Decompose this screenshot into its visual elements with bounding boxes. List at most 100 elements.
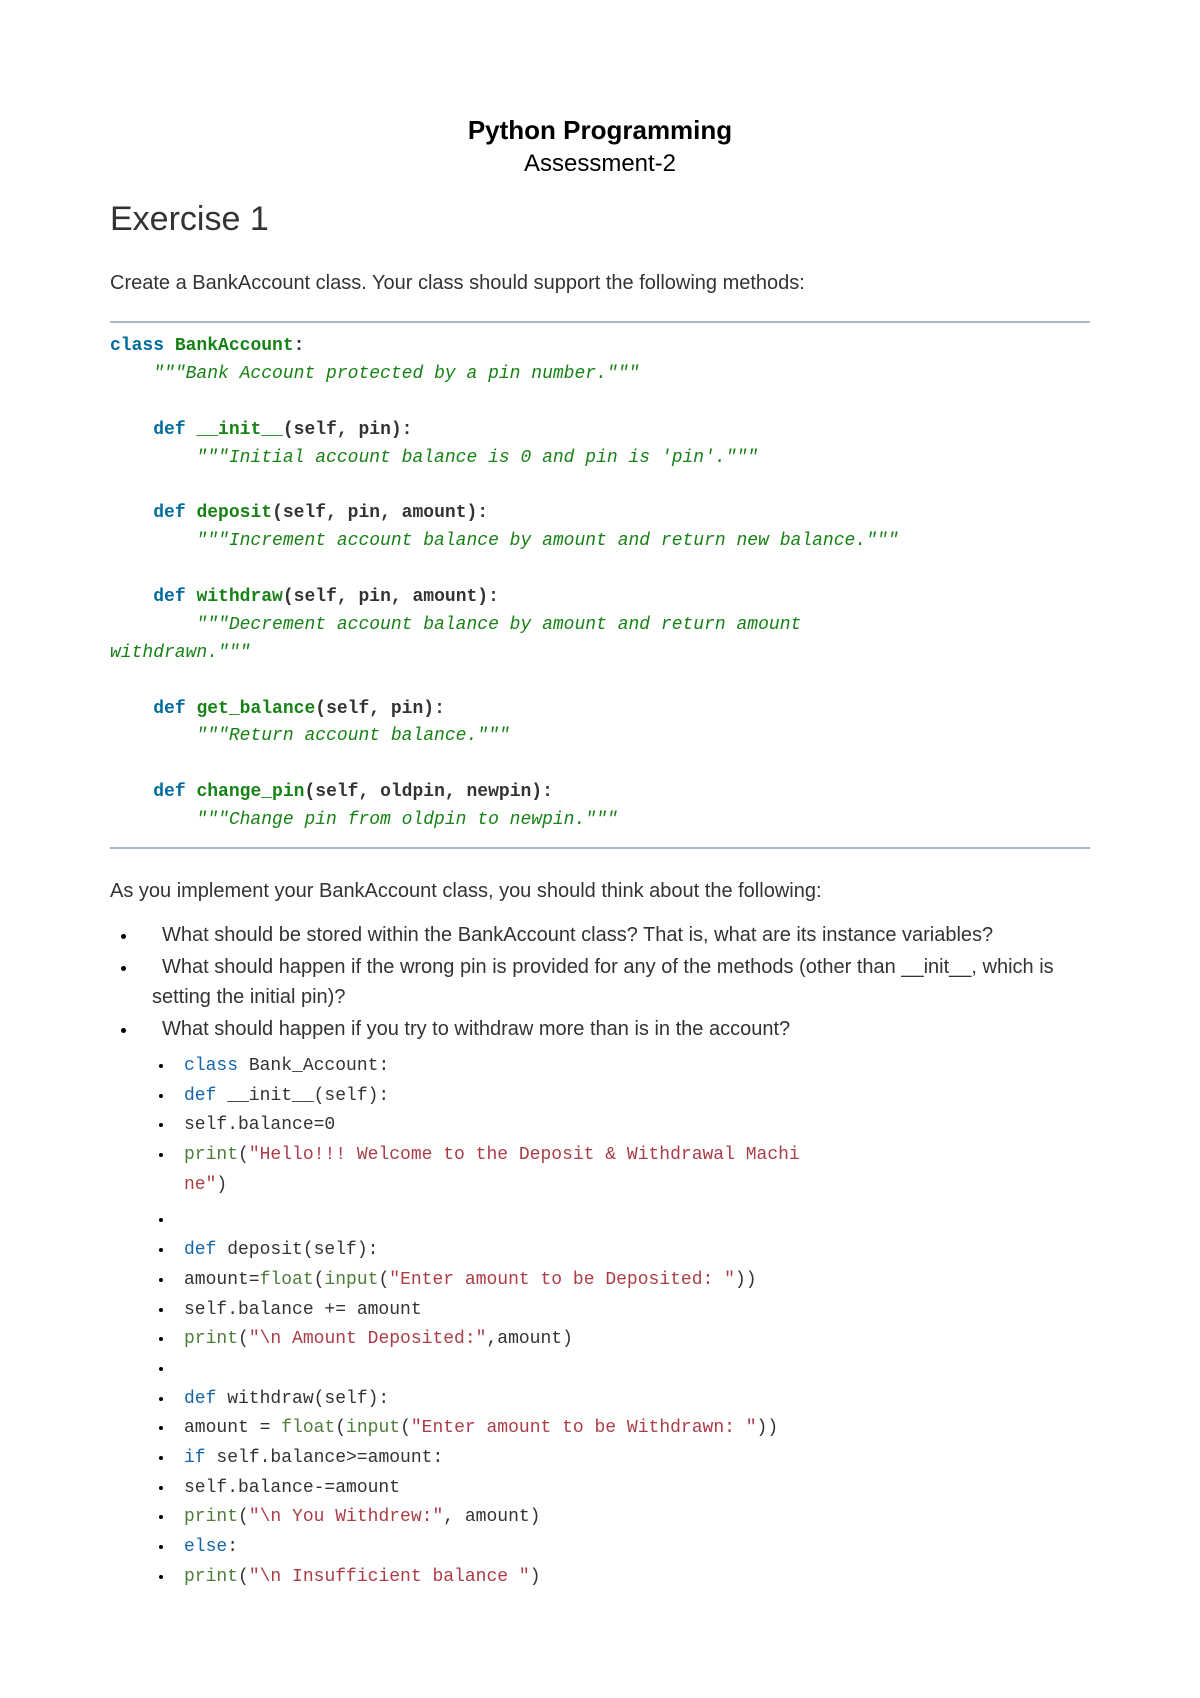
funcname: withdraw <box>216 1389 313 1409</box>
builtin: print <box>184 1329 238 1349</box>
keyword-def: def <box>153 782 185 802</box>
text: ( <box>314 1270 325 1290</box>
question-text: What should be stored within the BankAcc… <box>162 924 993 946</box>
question-text: What should happen if the wrong pin is p… <box>152 956 1054 1008</box>
text: self.balance += amount <box>184 1300 422 1320</box>
withdraw-params: (self, pin, amount): <box>283 587 499 607</box>
solution-code-list: class Bank_Account: def __init__(self): … <box>110 1052 1090 1171</box>
code-line: def __init__(self): <box>174 1082 1090 1112</box>
question-text: What should happen if you try to withdra… <box>162 1018 790 1040</box>
code-block-spec: class BankAccount: """Bank Account prote… <box>110 321 1090 849</box>
text: ) <box>530 1567 541 1587</box>
code-line: print("Hello!!! Welcome to the Deposit &… <box>174 1141 1090 1171</box>
text: )) <box>757 1418 779 1438</box>
params: (self): <box>314 1086 390 1106</box>
code-line: self.balance += amount <box>174 1296 1090 1326</box>
text: self.balance>=amount: <box>206 1448 444 1468</box>
builtin: input <box>324 1270 378 1290</box>
question-list: What should be stored within the BankAcc… <box>110 920 1090 1044</box>
doc-subtitle: Assessment-2 <box>110 150 1090 178</box>
class-name: BankAccount <box>175 336 294 356</box>
builtin: float <box>260 1270 314 1290</box>
kw: else <box>184 1537 227 1557</box>
text: ) <box>216 1175 227 1195</box>
text: ( <box>238 1567 249 1587</box>
funcname: deposit <box>216 1240 302 1260</box>
deposit-name: deposit <box>196 503 272 523</box>
solution-code-list-cont: def deposit(self): amount=float(input("E… <box>110 1206 1090 1592</box>
params: (self): <box>303 1240 379 1260</box>
text: ( <box>335 1418 346 1438</box>
deposit-docstring: """Increment account balance by amount a… <box>196 531 898 551</box>
builtin: print <box>184 1145 238 1165</box>
code-line: self.balance-=amount <box>174 1474 1090 1504</box>
keyword-def: def <box>153 699 185 719</box>
funcname: __init__ <box>216 1086 313 1106</box>
deposit-params: (self, pin, amount): <box>272 503 488 523</box>
code-line-wrap: ne") <box>110 1171 1090 1201</box>
code-line: print("\n Amount Deposited:",amount) <box>174 1325 1090 1355</box>
keyword-def: def <box>153 420 185 440</box>
text: self.balance=0 <box>184 1115 335 1135</box>
text: amount= <box>184 1270 260 1290</box>
followup-text: As you implement your BankAccount class,… <box>110 877 1090 906</box>
init-name: __init__ <box>196 420 282 440</box>
exercise-intro: Create a BankAccount class. Your class s… <box>110 269 1090 297</box>
builtin: print <box>184 1507 238 1527</box>
question-item: What should happen if the wrong pin is p… <box>138 952 1090 1012</box>
withdraw-name: withdraw <box>196 587 282 607</box>
withdraw-docstring-a: """Decrement account balance by amount a… <box>196 615 812 635</box>
withdraw-docstring-b: withdrawn.""" <box>110 643 250 663</box>
text: ( <box>238 1145 249 1165</box>
code-line: class Bank_Account: <box>174 1052 1090 1082</box>
string: "\n You Withdrew:" <box>249 1507 443 1527</box>
text: ,amount) <box>486 1329 572 1349</box>
code-line <box>174 1355 1090 1385</box>
code-line: def deposit(self): <box>174 1236 1090 1266</box>
string: "\n Amount Deposited:" <box>249 1329 487 1349</box>
keyword-class: class <box>110 336 164 356</box>
question-item: What should be stored within the BankAcc… <box>138 920 1090 950</box>
text: self.balance-=amount <box>184 1478 400 1498</box>
text: ( <box>238 1507 249 1527</box>
kw: class <box>184 1056 238 1076</box>
builtin: float <box>281 1418 335 1438</box>
changepin-docstring: """Change pin from oldpin to newpin.""" <box>196 810 617 830</box>
getbalance-docstring: """Return account balance.""" <box>196 726 509 746</box>
doc-title: Python Programming <box>110 115 1090 146</box>
question-item: What should happen if you try to withdra… <box>138 1014 1090 1044</box>
exercise-heading: Exercise 1 <box>110 200 1090 239</box>
string: "Enter amount to be Withdrawn: " <box>411 1418 757 1438</box>
string: "Hello!!! Welcome to the Deposit & Withd… <box>249 1145 800 1165</box>
code-line: def withdraw(self): <box>174 1385 1090 1415</box>
text: amount = <box>184 1418 281 1438</box>
builtin: input <box>346 1418 400 1438</box>
text: ( <box>400 1418 411 1438</box>
changepin-params: (self, oldpin, newpin): <box>304 782 552 802</box>
init-docstring: """Initial account balance is 0 and pin … <box>196 448 758 468</box>
string: "Enter amount to be Deposited: " <box>389 1270 735 1290</box>
class-docstring: """Bank Account protected by a pin numbe… <box>153 364 639 384</box>
text: : <box>227 1537 238 1557</box>
code-line: print("\n You Withdrew:", amount) <box>174 1503 1090 1533</box>
code-line: print("\n Insufficient balance ") <box>174 1563 1090 1593</box>
getbalance-name: get_balance <box>196 699 315 719</box>
code-line: if self.balance>=amount: <box>174 1444 1090 1474</box>
text: )) <box>735 1270 757 1290</box>
init-params: (self, pin): <box>283 420 413 440</box>
kw: def <box>184 1086 216 1106</box>
kw: if <box>184 1448 206 1468</box>
text: ( <box>378 1270 389 1290</box>
string: "\n Insufficient balance " <box>249 1567 530 1587</box>
params: (self): <box>314 1389 390 1409</box>
code-line: else: <box>174 1533 1090 1563</box>
builtin: print <box>184 1567 238 1587</box>
code-line: self.balance=0 <box>174 1111 1090 1141</box>
keyword-def: def <box>153 503 185 523</box>
keyword-def: def <box>153 587 185 607</box>
getbalance-params: (self, pin): <box>315 699 445 719</box>
kw: def <box>184 1389 216 1409</box>
changepin-name: change_pin <box>196 782 304 802</box>
code-line: amount = float(input("Enter amount to be… <box>174 1414 1090 1444</box>
string: ne" <box>184 1175 216 1195</box>
